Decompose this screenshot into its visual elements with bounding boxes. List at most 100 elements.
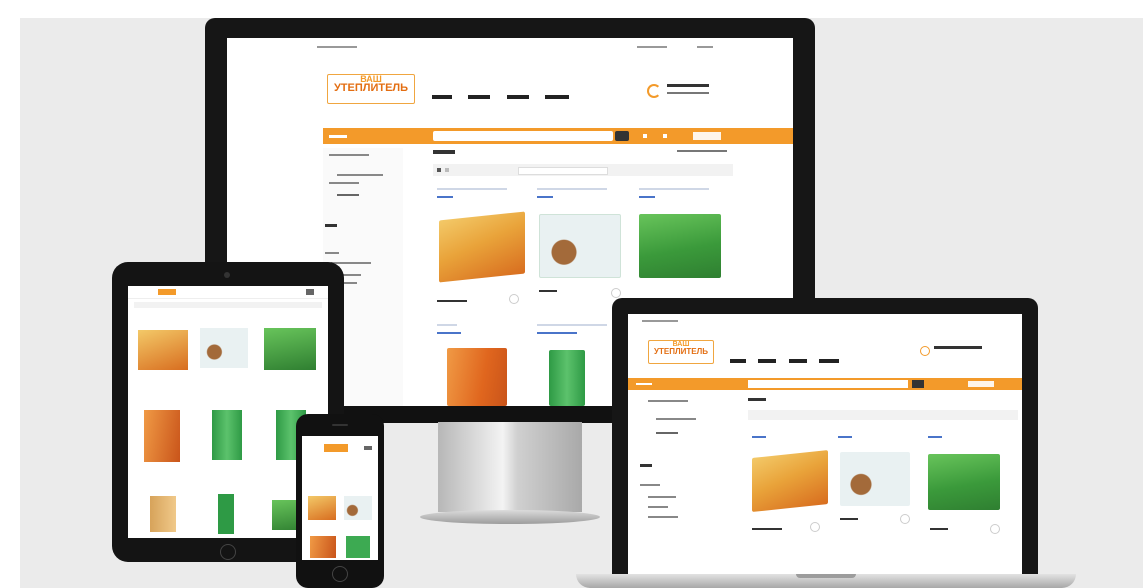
tablet-logo[interactable]: [158, 289, 176, 295]
phone-product-green[interactable]: [346, 536, 370, 558]
laptop-cart-icon[interactable]: [968, 381, 994, 387]
nav-item-1[interactable]: [432, 95, 452, 99]
filter-option[interactable]: [331, 262, 371, 264]
compare-icon[interactable]: [643, 134, 647, 138]
monitor-stand-neck: [438, 422, 582, 512]
tablet-header-bar: [128, 286, 328, 299]
desktop-account-link[interactable]: [637, 46, 667, 48]
product-label: [437, 300, 467, 302]
tablet-product-green[interactable]: [264, 328, 316, 370]
grid-view-icon[interactable]: [437, 168, 441, 172]
home-button-icon[interactable]: [220, 544, 236, 560]
desktop-phone-number[interactable]: [667, 84, 709, 87]
laptop-product-image-slab[interactable]: [752, 450, 828, 512]
desktop-login-link[interactable]: [697, 46, 713, 48]
laptop-screen: ВАШ УТЕПЛИТЕЛЬ: [628, 314, 1022, 574]
laptop-sort-toolbar: [748, 410, 1018, 420]
add-to-compare-button[interactable]: [509, 294, 519, 304]
phone-home-button-icon[interactable]: [332, 566, 348, 582]
search-icon[interactable]: [615, 131, 629, 141]
show-all-link[interactable]: [677, 150, 727, 152]
desktop-main-nav: [432, 86, 570, 104]
desktop-logo[interactable]: ВАШ УТЕПЛИТЕЛЬ: [327, 74, 415, 104]
wishlist-icon[interactable]: [663, 134, 667, 138]
tablet-product-bottle[interactable]: [218, 494, 234, 534]
product-title[interactable]: [437, 324, 457, 326]
product-price: [639, 196, 655, 198]
sort-select[interactable]: [518, 167, 608, 175]
laptop-category-title: [748, 398, 766, 401]
tablet-product-slab[interactable]: [138, 330, 188, 370]
laptop-compare-button[interactable]: [990, 524, 1000, 534]
sidebar-item[interactable]: [337, 194, 359, 196]
product-image-slab-green[interactable]: [639, 214, 721, 278]
laptop-sidebar-item[interactable]: [648, 400, 688, 402]
tablet-menu-icon[interactable]: [306, 289, 314, 295]
laptop-search-icon[interactable]: [912, 380, 924, 388]
desktop-search-input[interactable]: [433, 131, 613, 141]
laptop-search-input[interactable]: [748, 380, 908, 388]
category-title: [433, 150, 455, 154]
tablet-product-bag[interactable]: [150, 496, 176, 532]
product-title[interactable]: [537, 188, 607, 190]
product-image-slab[interactable]: [439, 211, 525, 283]
catalog-menu-button[interactable]: [329, 135, 347, 138]
laptop-category-bar: [628, 378, 1022, 390]
phone-product-orange[interactable]: [310, 536, 336, 558]
product-label: [539, 290, 557, 292]
laptop-sidebar-item[interactable]: [656, 432, 678, 434]
filter-option[interactable]: [325, 252, 339, 254]
phone-menu-icon[interactable]: [364, 446, 372, 450]
product-image-slab-orange[interactable]: [447, 348, 507, 406]
laptop-filter-option[interactable]: [648, 506, 668, 508]
sidebar-item[interactable]: [329, 182, 359, 184]
laptop-filter-option[interactable]: [640, 484, 660, 486]
laptop-sidebar-item[interactable]: [656, 418, 696, 420]
add-to-compare-button[interactable]: [611, 288, 621, 298]
laptop-product-image-green[interactable]: [928, 454, 1000, 510]
nav-item-4[interactable]: [545, 95, 570, 99]
laptop-topbar: [642, 320, 678, 322]
laptop-trackpad-notch: [796, 574, 856, 578]
product-image-roll[interactable]: [539, 214, 621, 278]
laptop-logo[interactable]: ВАШ УТЕПЛИТЕЛЬ: [648, 340, 714, 364]
cart-icon[interactable]: [693, 132, 721, 140]
sidebar-item[interactable]: [337, 174, 383, 176]
laptop-device: ВАШ УТЕПЛИТЕЛЬ: [612, 298, 1038, 576]
laptop-compare-button[interactable]: [900, 514, 910, 524]
phone-device: [296, 414, 384, 588]
laptop-filter-option[interactable]: [648, 496, 676, 498]
desktop-category-bar: [323, 128, 793, 144]
phone-product-slab[interactable]: [308, 496, 336, 520]
laptop-catalog-button[interactable]: [636, 383, 652, 385]
product-price: [537, 196, 553, 198]
tablet-product-orange[interactable]: [144, 410, 180, 462]
laptop-nav-item-1[interactable]: [730, 359, 746, 363]
product-title[interactable]: [437, 188, 507, 190]
laptop-nav-item-3[interactable]: [788, 359, 807, 363]
product-title[interactable]: [639, 188, 709, 190]
tablet-product-tall-green[interactable]: [212, 410, 242, 460]
laptop-nav-item-2[interactable]: [758, 359, 777, 363]
filter-heading: [325, 224, 337, 227]
nav-item-2[interactable]: [468, 95, 491, 99]
laptop-nav-item-4[interactable]: [819, 359, 840, 363]
tablet-search-input[interactable]: [134, 302, 322, 308]
tablet-product-roll[interactable]: [200, 328, 248, 368]
product-image-tall-green[interactable]: [549, 350, 585, 406]
laptop-filter-heading: [640, 464, 652, 467]
phone-logo[interactable]: [324, 444, 348, 452]
sidebar-item[interactable]: [329, 154, 369, 156]
nav-item-3[interactable]: [506, 95, 529, 99]
phone-product-roll[interactable]: [344, 496, 372, 520]
desktop-topbar: [317, 46, 357, 48]
laptop-phone-icon: [920, 346, 930, 356]
product-title[interactable]: [537, 324, 607, 326]
desktop-email[interactable]: [667, 92, 709, 94]
laptop-phone-number[interactable]: [934, 346, 982, 349]
laptop-filter-option[interactable]: [648, 516, 678, 518]
list-view-icon[interactable]: [445, 168, 449, 172]
laptop-compare-button[interactable]: [810, 522, 820, 532]
phone-speaker: [332, 424, 348, 426]
laptop-product-image-roll[interactable]: [840, 452, 910, 506]
